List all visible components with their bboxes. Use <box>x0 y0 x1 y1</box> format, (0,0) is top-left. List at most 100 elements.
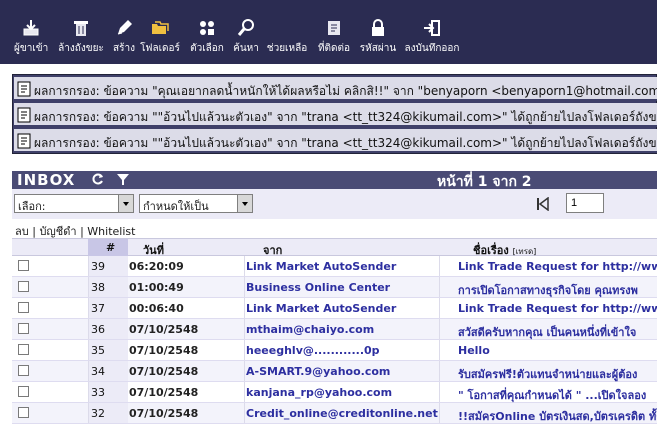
column-divider <box>244 403 245 423</box>
toolbar-inbox-label: ผู้ขาเข้า <box>14 43 49 54</box>
notice-text: ผลการกรอง: ข้อความ "คุณเอยากลดน้ำหนักให้… <box>34 84 657 98</box>
message-sender[interactable]: A-SMART.9@yahoo.com <box>246 365 442 378</box>
column-header-number[interactable]: # <box>106 241 115 254</box>
filter-notice: ผลการกรอง: ข้อความ "คุณเอยากลดน้ำหนักให้… <box>14 77 657 101</box>
message-number: 39 <box>91 260 105 273</box>
message-date: 00:06:40 <box>129 302 184 315</box>
inbox-header: INBOX หน้าที่ 1 จาก 2 <box>12 171 657 190</box>
page-number-input[interactable] <box>566 193 604 213</box>
table-row[interactable]: 36 07/10/2548 mthaim@chaiyo.com สวัสดีครับห… <box>12 319 657 340</box>
toolbar-empty-trash-label: ล้างถังขยะ <box>58 43 104 54</box>
row-checkbox[interactable] <box>18 302 29 313</box>
toolbar-folders-button[interactable]: โฟลเดอร์ <box>139 14 181 60</box>
password-lock-icon <box>372 19 384 36</box>
table-row[interactable]: 38 01:00:49 Business Online Center การเปิดโ… <box>12 277 657 298</box>
table-row[interactable]: 34 07/10/2548 A-SMART.9@yahoo.com รับสมัครฟ… <box>12 361 657 382</box>
message-subject[interactable]: Link Trade Request for http://www.m <box>458 260 657 273</box>
mark-as-select[interactable]: กำหนดให้เป็น <box>139 194 253 213</box>
thread-toggle-link[interactable]: [เทรด] <box>513 247 537 256</box>
toolbar-help-button[interactable]: ช่วยเหลือ <box>264 14 310 60</box>
toolbar-compose-button[interactable]: สร้าง <box>112 14 136 60</box>
message-sender[interactable]: Link Market AutoSender <box>246 302 442 315</box>
filter-icon[interactable] <box>116 173 130 186</box>
message-subject[interactable]: สวัสดีครับหากคุณ เป็นคนหนึ่งที่เข้าใจ <box>458 323 657 341</box>
chevron-down-icon[interactable] <box>118 195 133 212</box>
row-checkbox[interactable] <box>18 323 29 334</box>
toolbar-search-button[interactable]: ค้นหา <box>232 14 260 60</box>
chevron-down-icon[interactable] <box>237 195 252 212</box>
toolbar-help-label: ช่วยเหลือ <box>266 43 308 54</box>
toolbar-inbox-button[interactable]: ผู้ขาเข้า <box>14 14 48 60</box>
message-subject[interactable]: Hello <box>458 344 657 357</box>
column-divider <box>244 382 245 402</box>
message-number: 38 <box>91 281 105 294</box>
options-icon <box>200 21 214 35</box>
toolbar-options-button[interactable]: ตัวเลือก <box>186 14 228 60</box>
message-number: 33 <box>91 386 105 399</box>
message-subject[interactable]: Link Trade Request for http://www.m <box>458 302 657 315</box>
toolbar-logout-button[interactable]: ลงบันทึกออก <box>402 14 462 60</box>
message-number: 32 <box>91 407 105 420</box>
message-sender[interactable]: Credit_online@creditonline.net <box>246 407 442 420</box>
first-page-icon[interactable] <box>536 197 550 211</box>
message-controls: เลือก: กำหนดให้เป็น <box>12 189 657 219</box>
toolbar-empty-trash-button[interactable]: ล้างถังขยะ <box>52 14 110 60</box>
message-number: 36 <box>91 323 105 336</box>
row-checkbox[interactable] <box>18 260 29 271</box>
column-divider <box>244 319 245 339</box>
message-subject[interactable]: การเปิดโอกาสทางธุรกิจโดย คุณทรงพ <box>458 281 657 299</box>
column-divider <box>244 298 245 318</box>
row-select-cell <box>12 361 88 381</box>
whitelist-link[interactable]: Whitelist <box>87 225 135 238</box>
table-row[interactable]: 37 00:06:40 Link Market AutoSender Link Tra… <box>12 298 657 319</box>
row-checkbox[interactable] <box>18 407 29 418</box>
delete-link[interactable]: ลบ <box>15 225 29 238</box>
search-icon <box>237 19 254 36</box>
row-checkbox[interactable] <box>18 281 29 292</box>
table-row[interactable]: 32 07/10/2548 Credit_online@creditonline.n… <box>12 403 657 424</box>
toolbar-folders-label: โฟลเดอร์ <box>140 43 180 54</box>
row-select-cell <box>12 298 88 318</box>
message-number: 34 <box>91 365 105 378</box>
notice-icon <box>17 107 31 123</box>
toolbar-contacts-button[interactable]: ที่ติดต่อ <box>314 14 354 60</box>
message-sender[interactable]: mthaim@chaiyo.com <box>246 323 442 336</box>
notice-text: ผลการกรอง: ข้อความ ""อ้วนไปแล้วนะตัวเอง"… <box>34 136 657 150</box>
row-select-cell <box>12 319 88 339</box>
row-checkbox[interactable] <box>18 365 29 376</box>
notice-icon <box>17 81 31 97</box>
message-subject[interactable]: รับสมัครฟรี!ตัวแทนจำหน่ายและผู้ต้อง <box>458 365 657 383</box>
toolbar: ผู้ขาเข้า ล้างถังขยะ สร้าง โฟลเดอร์ ตัวเ… <box>0 0 657 64</box>
blacklist-link[interactable]: บัญชีดำ <box>39 225 76 238</box>
row-checkbox[interactable] <box>18 344 29 355</box>
message-number: 35 <box>91 344 105 357</box>
mark-as-select-value: กำหนดให้เป็น <box>143 200 209 213</box>
action-select[interactable]: เลือก: <box>14 194 134 213</box>
table-row[interactable]: 39 06:20:09 Link Market AutoSender Link Tra… <box>12 256 657 277</box>
row-select-cell <box>12 277 88 297</box>
message-sender[interactable]: Link Market AutoSender <box>246 260 442 273</box>
refresh-icon[interactable] <box>91 172 105 186</box>
filter-notice: ผลการกรอง: ข้อความ ""อ้วนไปแล้วนะตัวเอง"… <box>14 103 657 127</box>
filter-notice: ผลการกรอง: ข้อความ ""อ้วนไปแล้วนะตัวเอง"… <box>14 129 657 153</box>
action-select-value: เลือก: <box>18 200 46 213</box>
message-subject[interactable]: !!สมัครOnline บัตรเงินสด,บัตรเครดิต ทั้ง <box>458 407 657 425</box>
compose-icon <box>117 20 132 35</box>
bulk-action-links: ลบ | บัญชีดำ | Whitelist <box>12 219 657 238</box>
folder-title: INBOX <box>17 171 76 189</box>
message-date: 07/10/2548 <box>129 344 199 357</box>
message-sender[interactable]: heeeghlv@............0p <box>246 344 442 357</box>
message-date: 07/10/2548 <box>129 365 199 378</box>
toolbar-search-label: ค้นหา <box>233 43 259 54</box>
notice-text: ผลการกรอง: ข้อความ ""อ้วนไปแล้วนะตัวเอง"… <box>34 110 657 124</box>
table-header: # วันที่ จาก ชื่อเรื่อง [เทรด] <box>12 238 657 257</box>
row-checkbox[interactable] <box>18 386 29 397</box>
link-separator: | <box>28 225 40 238</box>
message-sender[interactable]: Business Online Center <box>246 281 442 294</box>
table-row[interactable]: 33 07/10/2548 kanjana_rp@yahoo.com " โอกาสท… <box>12 382 657 403</box>
table-row[interactable]: 35 07/10/2548 heeeghlv@............0p Hello <box>12 340 657 361</box>
toolbar-password-button[interactable]: รหัสผ่าน <box>358 14 398 60</box>
row-select-cell <box>12 382 88 402</box>
message-sender[interactable]: kanjana_rp@yahoo.com <box>246 386 442 399</box>
message-subject[interactable]: " โอกาสที่คุณกำหนดได้ " ...เปิดใจลอง <box>458 386 657 404</box>
